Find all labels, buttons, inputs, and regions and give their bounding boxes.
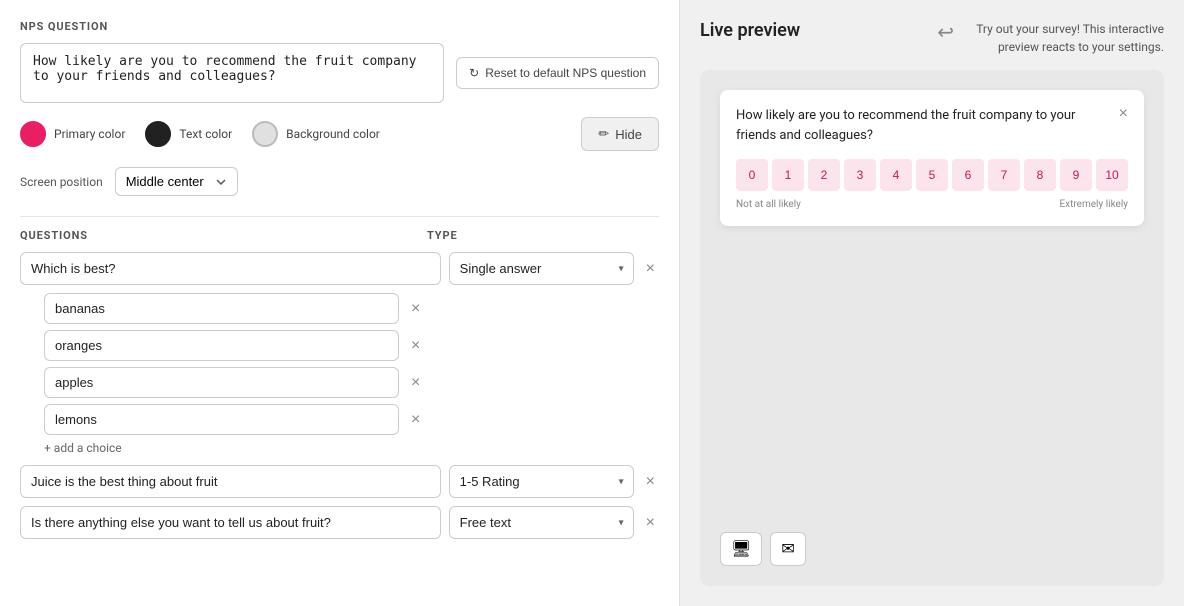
nps-labels: Not at all likely Extremely likely — [736, 199, 1128, 210]
nps-preview-card: How likely are you to recommend the frui… — [720, 90, 1144, 226]
choice-input-oranges[interactable] — [44, 330, 399, 361]
nps-label-low: Not at all likely — [736, 199, 801, 210]
choice-input-lemons[interactable] — [44, 404, 399, 435]
screen-position-row: Screen position Middle center Bottom lef… — [20, 167, 659, 196]
remove-question-3-button[interactable]: × — [642, 511, 659, 535]
background-color-label: Background color — [286, 127, 380, 141]
reset-btn-label: Reset to default NPS question — [485, 66, 646, 80]
preview-inner: How likely are you to recommend the frui… — [720, 90, 1144, 226]
nps-scale: 0 1 2 3 4 5 6 7 8 9 10 — [736, 159, 1128, 191]
question-row-1: Single answer Multiple answer 1-5 Rating… — [20, 252, 659, 285]
choice-input-apples[interactable] — [44, 367, 399, 398]
email-icon: ✉ — [781, 539, 794, 559]
nps-num-0[interactable]: 0 — [736, 159, 768, 191]
questions-header: QUESTIONS TYPE — [20, 229, 659, 242]
question-2-type-wrap: Single answer Multiple answer 1-5 Rating… — [449, 465, 634, 498]
left-panel: NPS QUESTION How likely are you to recom… — [0, 0, 680, 606]
nps-num-7[interactable]: 7 — [988, 159, 1020, 191]
right-panel: Live preview ↩ Try out your survey! This… — [680, 0, 1184, 606]
choice-input-bananas[interactable] — [44, 293, 399, 324]
primary-color-label: Primary color — [54, 127, 125, 141]
nps-card-question: How likely are you to recommend the frui… — [736, 106, 1119, 145]
live-preview-hint: Try out your survey! This interactive pr… — [964, 20, 1164, 56]
choices-wrap-q1: × × × × — [20, 293, 659, 435]
email-device-button[interactable]: ✉ — [770, 532, 805, 566]
nps-card-header: How likely are you to recommend the frui… — [736, 106, 1128, 145]
reset-to-default-button[interactable]: ↻ Reset to default NPS question — [456, 57, 659, 89]
question-2-type-select[interactable]: Single answer Multiple answer 1-5 Rating… — [449, 465, 634, 498]
text-color-circle[interactable] — [145, 121, 171, 147]
nps-question-textarea[interactable]: How likely are you to recommend the frui… — [20, 43, 444, 103]
nps-section-label: NPS QUESTION — [20, 20, 659, 33]
choice-row-bananas: × — [44, 293, 659, 324]
nps-question-row: How likely are you to recommend the frui… — [20, 43, 659, 103]
nps-close-button[interactable]: × — [1119, 106, 1128, 122]
nps-num-2[interactable]: 2 — [808, 159, 840, 191]
colors-row: Primary color Text color Background colo… — [20, 117, 659, 151]
screen-position-select[interactable]: Middle center Bottom left Bottom right B… — [115, 167, 238, 196]
preview-card: How likely are you to recommend the frui… — [700, 70, 1164, 586]
live-preview-header: Live preview ↩ Try out your survey! This… — [700, 20, 1164, 56]
text-color-label: Text color — [179, 127, 232, 141]
text-color-item[interactable]: Text color — [145, 121, 232, 147]
screen-position-label: Screen position — [20, 175, 103, 189]
nps-num-9[interactable]: 9 — [1060, 159, 1092, 191]
divider — [20, 216, 659, 217]
desktop-device-button[interactable]: 🖥 — [720, 532, 762, 566]
live-preview-title: Live preview — [700, 20, 800, 41]
remove-choice-bananas-button[interactable]: × — [407, 297, 424, 321]
nps-num-3[interactable]: 3 — [844, 159, 876, 191]
question-row-3: Single answer Multiple answer 1-5 Rating… — [20, 506, 659, 539]
remove-question-1-button[interactable]: × — [642, 257, 659, 281]
question-3-input[interactable] — [20, 506, 441, 539]
curved-arrow-icon: ↩ — [937, 20, 954, 44]
question-1-type-wrap: Single answer Multiple answer 1-5 Rating… — [449, 252, 634, 285]
nps-num-1[interactable]: 1 — [772, 159, 804, 191]
nps-num-5[interactable]: 5 — [916, 159, 948, 191]
reset-icon: ↻ — [469, 66, 479, 80]
device-switcher: 🖥 ✉ — [720, 532, 1144, 566]
choice-row-apples: × — [44, 367, 659, 398]
hide-button[interactable]: ✏ Hide — [581, 117, 659, 151]
remove-question-2-button[interactable]: × — [642, 470, 659, 494]
add-choice-link-q1[interactable]: + add a choice — [44, 441, 659, 455]
background-color-item[interactable]: Background color — [252, 121, 380, 147]
remove-choice-oranges-button[interactable]: × — [407, 334, 424, 358]
nps-label-high: Extremely likely — [1059, 199, 1128, 210]
question-row-2: Single answer Multiple answer 1-5 Rating… — [20, 465, 659, 498]
remove-choice-apples-button[interactable]: × — [407, 371, 424, 395]
question-3-type-wrap: Single answer Multiple answer 1-5 Rating… — [449, 506, 634, 539]
nps-num-4[interactable]: 4 — [880, 159, 912, 191]
nps-num-10[interactable]: 10 — [1096, 159, 1128, 191]
question-1-type-select[interactable]: Single answer Multiple answer 1-5 Rating… — [449, 252, 634, 285]
primary-color-item[interactable]: Primary color — [20, 121, 125, 147]
question-1-input[interactable] — [20, 252, 441, 285]
background-color-circle[interactable] — [252, 121, 278, 147]
desktop-icon: 🖥 — [731, 539, 751, 559]
question-3-type-select[interactable]: Single answer Multiple answer 1-5 Rating… — [449, 506, 634, 539]
choice-row-oranges: × — [44, 330, 659, 361]
primary-color-circle[interactable] — [20, 121, 46, 147]
pencil-icon: ✏ — [598, 126, 609, 142]
remove-choice-lemons-button[interactable]: × — [407, 408, 424, 432]
question-2-input[interactable] — [20, 465, 441, 498]
questions-header-label: QUESTIONS — [20, 229, 427, 242]
choice-row-lemons: × — [44, 404, 659, 435]
nps-num-6[interactable]: 6 — [952, 159, 984, 191]
hide-btn-label: Hide — [615, 127, 642, 142]
type-header-label: TYPE — [427, 229, 627, 242]
nps-num-8[interactable]: 8 — [1024, 159, 1056, 191]
